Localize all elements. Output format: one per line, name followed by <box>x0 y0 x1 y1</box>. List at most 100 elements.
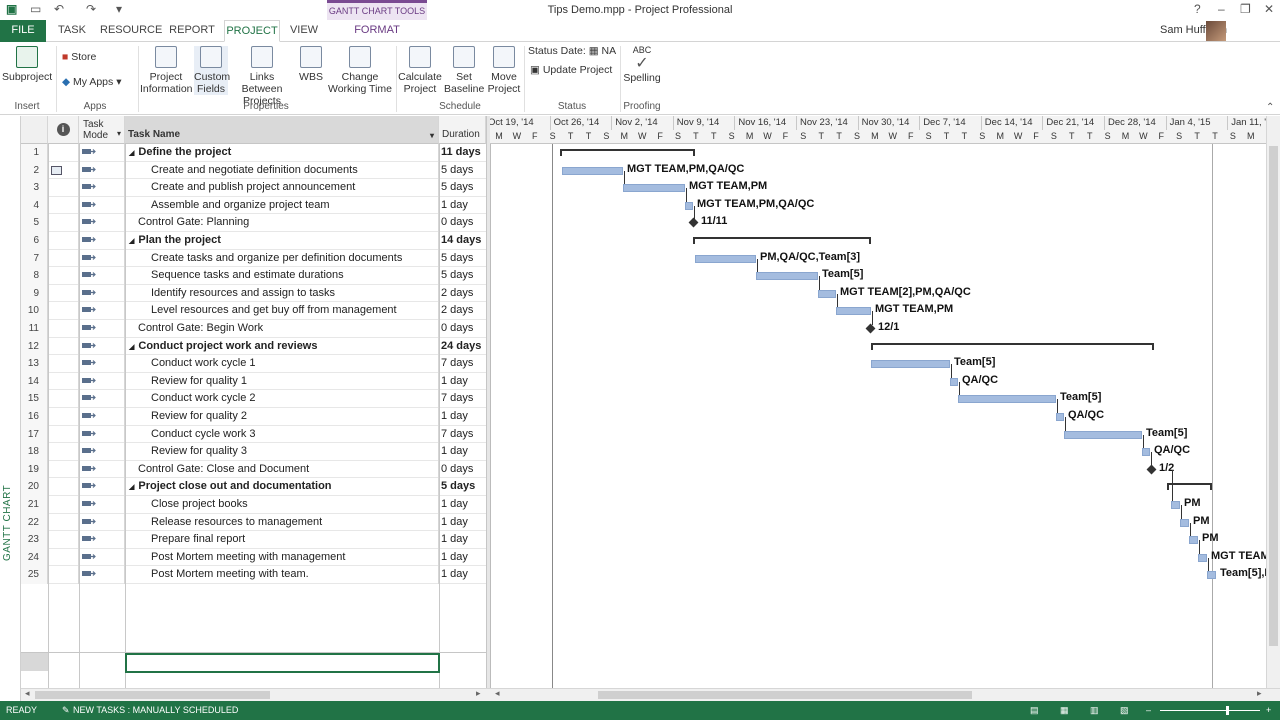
task-name-cell[interactable]: Level resources and get buy off from man… <box>125 302 439 320</box>
row-id[interactable]: 4 <box>21 196 48 215</box>
duration-cell[interactable]: 5 days <box>439 478 486 496</box>
duration-header[interactable]: Duration <box>439 116 486 144</box>
table-row[interactable]: 3 Create and publish project announcement… <box>21 179 486 197</box>
indicators-header[interactable]: i <box>48 116 79 144</box>
task-bar[interactable] <box>1207 571 1216 580</box>
task-mode-cell[interactable] <box>79 214 125 232</box>
task-name-cell[interactable]: Review for quality 2 <box>125 408 439 426</box>
custom-fields-button[interactable]: Custom Fields <box>194 46 230 95</box>
task-mode-cell[interactable] <box>79 425 125 444</box>
task-mode-cell[interactable] <box>79 144 125 162</box>
task-usage-icon[interactable]: ▦ <box>1060 701 1069 720</box>
table-row[interactable]: 23 Prepare final report 1 day <box>21 531 486 549</box>
task-bar[interactable] <box>623 184 685 193</box>
table-row[interactable]: 17 Conduct cycle work 3 7 days <box>21 425 486 444</box>
task-name-cell[interactable]: ◢ Conduct project work and reviews <box>125 337 439 356</box>
close-icon[interactable]: ✕ <box>1264 2 1274 16</box>
task-bar[interactable] <box>1064 430 1142 439</box>
table-row[interactable]: 8 Sequence tasks and estimate durations 5 … <box>21 267 486 285</box>
row-id[interactable]: 3 <box>21 179 48 197</box>
table-row[interactable]: 18 Review for quality 3 1 day <box>21 443 486 461</box>
table-row[interactable]: 13 Conduct work cycle 1 7 days <box>21 355 486 373</box>
task-bar[interactable] <box>1198 553 1207 562</box>
team-planner-icon[interactable]: ▥ <box>1090 701 1099 720</box>
summary-bar[interactable] <box>693 237 871 239</box>
scroll-left-icon[interactable]: ◂ <box>25 688 30 699</box>
table-row[interactable]: 15 Conduct work cycle 2 7 days <box>21 390 486 408</box>
task-mode-cell[interactable] <box>79 337 125 356</box>
scroll-right-icon[interactable]: ▸ <box>476 688 481 699</box>
task-bar[interactable] <box>685 201 693 210</box>
row-id[interactable]: 17 <box>21 425 48 444</box>
zoom-in-icon[interactable]: + <box>1266 701 1271 720</box>
vertical-scrollbar[interactable] <box>1266 116 1280 688</box>
links-between-projects-button[interactable]: Links Between Projects <box>230 46 294 107</box>
task-mode-cell[interactable] <box>79 531 125 549</box>
task-name-header[interactable]: Task Name ▾ <box>125 116 439 144</box>
new-row-header[interactable] <box>21 653 48 671</box>
table-row[interactable]: 7 Create tasks and organize per definitio… <box>21 249 486 268</box>
duration-cell[interactable]: 5 days <box>439 179 486 197</box>
duration-cell[interactable]: 2 days <box>439 285 486 303</box>
table-row[interactable]: 9 Identify resources and assign to tasks 2… <box>21 284 486 303</box>
task-name-cell[interactable]: Review for quality 1 <box>125 372 439 391</box>
task-mode-cell[interactable] <box>79 302 125 320</box>
task-mode-cell[interactable] <box>79 355 125 373</box>
row-id[interactable]: 10 <box>21 302 48 320</box>
table-row[interactable]: 5 Control Gate: Planning 0 days <box>21 214 486 232</box>
table-row[interactable]: 20 ◢ Project close out and documentation 5 … <box>21 478 486 496</box>
active-cell[interactable] <box>125 653 440 673</box>
task-name-cell[interactable]: Close project books <box>125 496 439 514</box>
task-mode-cell[interactable] <box>79 284 125 303</box>
task-name-cell[interactable]: ◢ Plan the project <box>125 232 439 250</box>
duration-cell[interactable]: 0 days <box>439 461 486 479</box>
task-name-cell[interactable]: Create and negotiate definition document… <box>125 161 439 180</box>
task-bar[interactable] <box>958 395 1056 404</box>
duration-cell[interactable]: 1 day <box>439 566 486 584</box>
tab-file[interactable]: FILE <box>0 20 46 42</box>
duration-cell[interactable]: 2 days <box>439 302 486 320</box>
summary-bar[interactable] <box>560 149 695 151</box>
task-bar[interactable] <box>950 377 958 386</box>
task-mode-cell[interactable] <box>79 408 125 426</box>
summary-bar[interactable] <box>871 342 1154 345</box>
task-bar[interactable] <box>836 307 871 316</box>
spelling-button[interactable]: ABC ✓ Spelling <box>622 44 662 84</box>
help-button[interactable]: ? <box>1194 2 1201 16</box>
duration-cell[interactable]: 14 days <box>439 232 486 250</box>
task-mode-cell[interactable] <box>79 460 125 479</box>
duration-cell[interactable]: 1 day <box>439 373 486 391</box>
select-all-corner[interactable] <box>21 116 48 144</box>
row-id[interactable]: 15 <box>21 390 48 408</box>
task-bar[interactable] <box>1142 448 1150 457</box>
task-bar[interactable] <box>756 272 818 281</box>
tab-task[interactable]: TASK <box>52 20 92 42</box>
task-bar[interactable] <box>1171 501 1180 509</box>
task-bar[interactable] <box>818 289 836 298</box>
row-id[interactable]: 9 <box>21 284 48 303</box>
table-row[interactable]: 19 Control Gate: Close and Document 0 days <box>21 460 486 479</box>
table-row[interactable]: 11 Control Gate: Begin Work 0 days <box>21 320 486 338</box>
duration-cell[interactable]: 1 day <box>439 443 486 461</box>
task-mode-cell[interactable] <box>79 196 125 215</box>
tab-view[interactable]: VIEW <box>286 20 322 42</box>
store-button[interactable]: ■ Store <box>62 51 96 63</box>
restore-icon[interactable]: ❐ <box>1240 2 1251 16</box>
resource-sheet-icon[interactable]: ▧ <box>1120 701 1129 720</box>
duration-cell[interactable]: 7 days <box>439 390 486 408</box>
task-bar[interactable] <box>695 254 756 263</box>
row-id[interactable]: 13 <box>21 355 48 373</box>
task-name-cell[interactable]: ◢ Project close out and documentation <box>125 478 439 496</box>
task-name-cell[interactable]: Prepare final report <box>125 531 439 549</box>
task-name-cell[interactable]: Control Gate: Planning <box>125 214 439 232</box>
duration-cell[interactable]: 7 days <box>439 426 486 444</box>
table-row[interactable]: 14 Review for quality 1 1 day <box>21 372 486 391</box>
task-name-cell[interactable]: Control Gate: Begin Work <box>125 320 439 338</box>
table-row[interactable]: 2 Create and negotiate definition documen… <box>21 161 486 180</box>
task-name-cell[interactable]: Conduct work cycle 2 <box>125 390 439 408</box>
task-mode-cell[interactable] <box>79 179 125 197</box>
collapse-ribbon-icon[interactable]: ⌃ <box>1266 102 1274 113</box>
task-mode-cell[interactable] <box>79 372 125 391</box>
task-name-cell[interactable]: Identify resources and assign to tasks <box>125 284 439 303</box>
tab-project[interactable]: PROJECT <box>224 20 280 42</box>
